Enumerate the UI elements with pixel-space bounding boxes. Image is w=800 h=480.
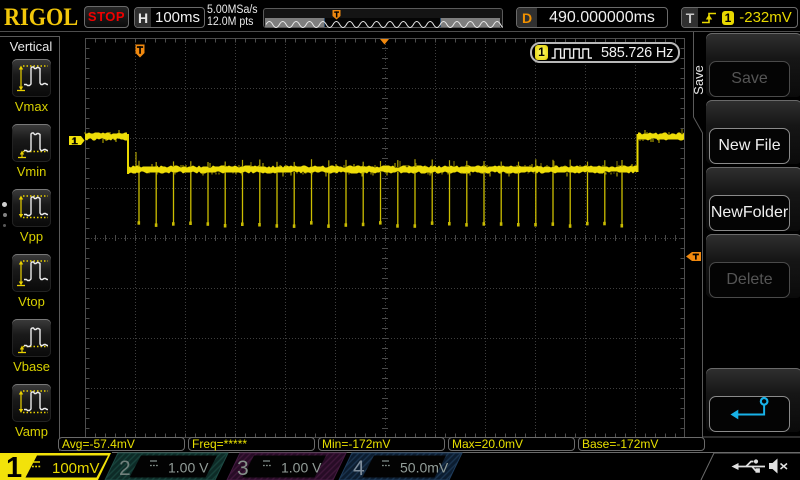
svg-text:100mV: 100mV	[52, 460, 100, 477]
svg-text:1.00 V: 1.00 V	[281, 460, 322, 476]
svg-text:50.0mV: 50.0mV	[400, 460, 449, 476]
svg-text:4: 4	[353, 457, 365, 480]
svg-text:1.00 V: 1.00 V	[168, 460, 209, 476]
svg-text:1: 1	[6, 452, 22, 480]
svg-text:2: 2	[119, 457, 131, 480]
svg-text:3: 3	[237, 457, 249, 480]
